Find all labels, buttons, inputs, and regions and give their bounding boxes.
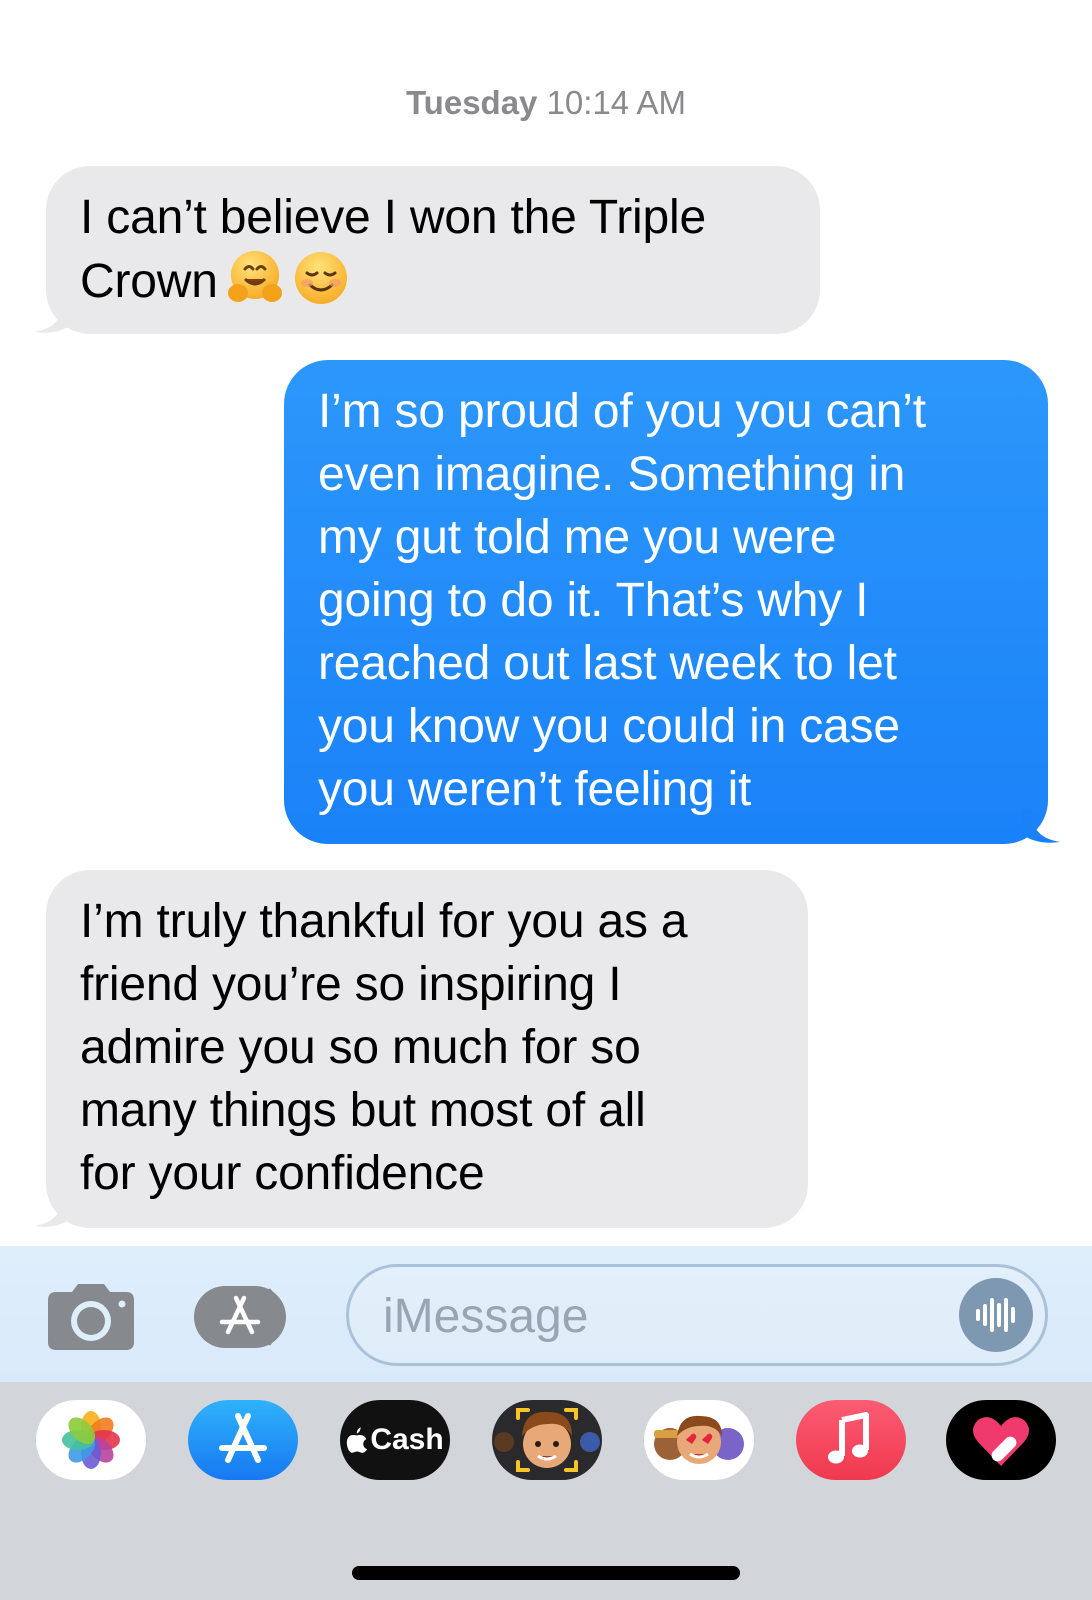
dictation-button[interactable] (959, 1278, 1033, 1352)
message-text: I’m truly thankful for you as a friend y… (80, 895, 688, 1200)
messages-screen: Tuesday 10:14 AM I can’t believe I won t… (0, 0, 1092, 1600)
received-message-bubble[interactable]: I can’t believe I won the Triple Crown (34, 166, 820, 334)
home-indicator[interactable] (352, 1566, 740, 1580)
apple-logo-icon (347, 1427, 368, 1453)
app-store-icon (219, 1413, 267, 1463)
smiling-face-emoji-icon (292, 249, 350, 307)
received-message-bubble[interactable]: I’m truly thankful for you as a friend y… (34, 870, 808, 1228)
heart-touch-icon (973, 1417, 1029, 1466)
imessage-input[interactable] (383, 1287, 943, 1345)
photos-icon (62, 1411, 120, 1469)
memoji-app-button[interactable] (492, 1400, 602, 1480)
app-drawer: Cash (0, 1382, 1092, 1600)
memoji-stickers-icon (654, 1415, 744, 1464)
app-store-icon[interactable] (194, 1286, 298, 1348)
music-app-button[interactable] (796, 1400, 906, 1480)
sent-message-bubble[interactable]: I’m so proud of you you can’t even imagi… (284, 360, 1060, 844)
apple-cash-app-button[interactable]: Cash (340, 1400, 450, 1480)
waveform-icon (976, 1298, 1015, 1332)
music-note-icon (828, 1412, 869, 1464)
cash-label-text: Cash (370, 1423, 444, 1456)
timestamp-day: Tuesday (405, 84, 538, 121)
memoji-stickers-app-button[interactable] (644, 1400, 754, 1480)
photos-app-button[interactable] (36, 1400, 146, 1480)
bubble-tail (34, 1194, 72, 1227)
app-store-app-button[interactable] (188, 1400, 298, 1480)
timestamp-time: 10:14 AM (546, 84, 687, 121)
message-timestamp: Tuesday 10:14 AM (0, 84, 1092, 122)
bubble-tail (34, 300, 72, 333)
digital-touch-app-button[interactable] (946, 1400, 1056, 1480)
message-composer (0, 1246, 1092, 1382)
message-text: I can’t believe I won the Triple Crown (80, 191, 706, 308)
camera-icon[interactable] (48, 1284, 134, 1350)
apple-cash-label: Cash (340, 1400, 450, 1480)
imessage-input-container (346, 1264, 1048, 1366)
hugging-face-emoji-icon (226, 249, 284, 307)
message-text: I’m so proud of you you can’t even imagi… (318, 385, 926, 816)
bubble-tail (1022, 810, 1060, 843)
memoji-icon (494, 1408, 600, 1472)
